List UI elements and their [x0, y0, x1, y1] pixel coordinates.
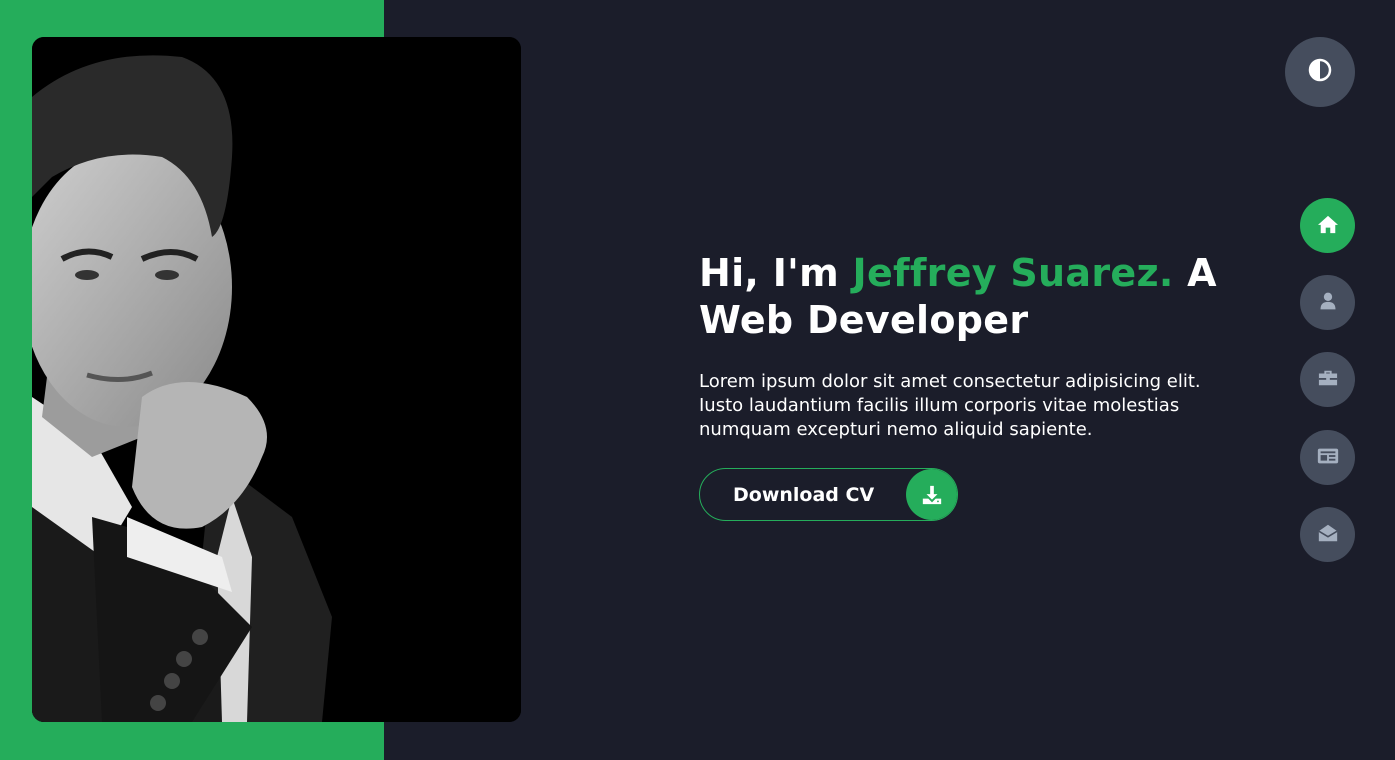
profile-photo	[32, 37, 521, 722]
hero-section: Hi, I'm Jeffrey Suarez. A Web Developer …	[699, 250, 1259, 521]
envelope-open-icon	[1317, 522, 1339, 548]
nav-contact-button[interactable]	[1300, 507, 1355, 562]
contrast-icon	[1308, 58, 1332, 86]
intro-paragraph: Lorem ipsum dolor sit amet consectetur a…	[699, 371, 1201, 440]
user-icon	[1318, 291, 1338, 315]
nav-blog-button[interactable]	[1300, 430, 1355, 485]
nav-portfolio-button[interactable]	[1300, 352, 1355, 407]
page: Hi, I'm Jeffrey Suarez. A Web Developer …	[0, 0, 1395, 760]
briefcase-icon	[1317, 368, 1339, 392]
developer-name: Jeffrey Suarez.	[852, 251, 1174, 295]
nav-home-button[interactable]	[1300, 198, 1355, 253]
newspaper-icon	[1316, 446, 1340, 470]
download-cv-label: Download CV	[733, 484, 875, 506]
download-icon	[906, 469, 957, 520]
hero-headline: Hi, I'm Jeffrey Suarez. A Web Developer	[699, 250, 1259, 344]
greeting-text: Hi, I'm	[699, 251, 853, 295]
download-cv-button[interactable]: Download CV	[699, 468, 958, 521]
home-icon	[1317, 214, 1339, 238]
nav-about-button[interactable]	[1300, 275, 1355, 330]
theme-toggle-button[interactable]	[1285, 37, 1355, 107]
